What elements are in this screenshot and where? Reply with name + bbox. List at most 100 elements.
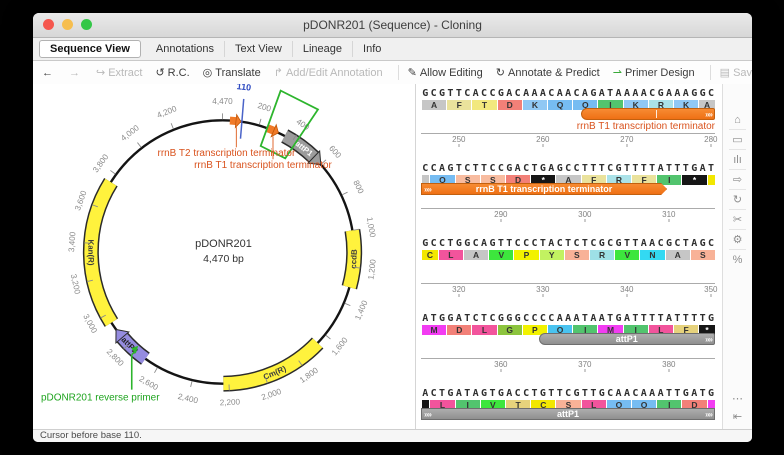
base[interactable]: G [690, 163, 698, 175]
base[interactable]: A [471, 388, 479, 400]
base[interactable]: A [690, 388, 698, 400]
base[interactable]: C [564, 388, 572, 400]
base[interactable]: A [556, 88, 564, 100]
base[interactable]: C [471, 313, 479, 325]
forward-button[interactable]: → [69, 67, 83, 79]
base[interactable]: T [539, 238, 547, 250]
base[interactable]: T [581, 313, 589, 325]
base[interactable]: G [513, 313, 521, 325]
sequence-row-351[interactable]: ATGGATCTCGGGCCCCAAATAATGATTTTATTTTGMDLGP… [421, 313, 715, 388]
base[interactable]: A [589, 313, 597, 325]
base[interactable]: C [673, 238, 681, 250]
sequence-row-316[interactable]: GCCTGGCAGTTCCCTACTCTCGCGTTAACGCTAGCCLAVP… [421, 238, 715, 313]
base[interactable]: C [631, 388, 639, 400]
base[interactable]: G [598, 238, 606, 250]
base[interactable]: A [673, 88, 681, 100]
base[interactable]: A [421, 313, 429, 325]
base[interactable]: G [539, 388, 547, 400]
linear-view-icon[interactable]: ⇨ [729, 170, 746, 190]
base[interactable]: T [673, 163, 681, 175]
map-cursor[interactable]: 110 [236, 84, 252, 139]
base[interactable]: C [539, 313, 547, 325]
base[interactable]: A [640, 238, 648, 250]
base[interactable]: A [471, 88, 479, 100]
base[interactable]: T [564, 238, 572, 250]
base[interactable]: G [455, 238, 463, 250]
base[interactable]: T [631, 313, 639, 325]
aa-cell[interactable]: M [421, 325, 446, 335]
base[interactable]: G [497, 88, 505, 100]
aa-cell[interactable]: * [681, 175, 706, 185]
base[interactable]: C [707, 88, 715, 100]
base[interactable]: T [497, 238, 505, 250]
feature-bar-attp1[interactable]: attP1»»»» [421, 408, 715, 420]
base[interactable]: A [648, 388, 656, 400]
base[interactable]: A [698, 163, 706, 175]
base[interactable]: A [438, 163, 446, 175]
base[interactable]: G [682, 388, 690, 400]
minimize-button[interactable] [62, 19, 73, 30]
base[interactable]: G [438, 88, 446, 100]
base[interactable]: T [488, 388, 496, 400]
base[interactable]: A [665, 313, 673, 325]
base[interactable]: A [656, 388, 664, 400]
simulate-icon[interactable]: ↻ [729, 190, 746, 210]
base-letters[interactable]: CCAGTCTTCCGACTGAGCCTTTCGTTTTATTTGAT [421, 163, 715, 175]
base[interactable]: T [547, 388, 555, 400]
aa-cell[interactable]: L [438, 250, 463, 260]
base[interactable]: C [606, 238, 614, 250]
base[interactable]: T [648, 163, 656, 175]
collapse-panel-icon[interactable]: ⇤ [733, 410, 742, 423]
base[interactable]: G [707, 388, 715, 400]
base[interactable]: T [463, 388, 471, 400]
plasmid-map-panel[interactable]: Kan(R)ccdBCm(R)attP1attP22004006008001,0… [33, 84, 416, 429]
base[interactable]: T [665, 163, 673, 175]
feature-bar-rrnb-t1-transcription-terminator[interactable]: rrnB T1 transcription terminator»» [421, 183, 667, 195]
base[interactable]: G [505, 313, 513, 325]
tab-annotations[interactable]: Annotations [146, 41, 225, 57]
sequence-panel[interactable]: GCGTTCACCGACAAACAACAGATAAAACGAAAGGCAFTDK… [416, 84, 722, 429]
base[interactable]: T [463, 313, 471, 325]
base[interactable]: T [530, 163, 538, 175]
base[interactable]: A [505, 388, 513, 400]
tab-text-view[interactable]: Text View [225, 41, 293, 57]
base[interactable]: T [707, 163, 715, 175]
base[interactable]: G [656, 88, 664, 100]
base[interactable]: C [429, 238, 437, 250]
plasmid-map[interactable]: Kan(R)ccdBCm(R)attP1attP22004006008001,0… [33, 84, 415, 429]
base[interactable]: C [606, 388, 614, 400]
aa-cell[interactable] [707, 175, 715, 185]
aa-cell[interactable]: K [522, 100, 547, 110]
aa-cell[interactable]: Y [539, 250, 564, 260]
base[interactable]: A [631, 88, 639, 100]
base[interactable]: G [614, 238, 622, 250]
base[interactable]: T [698, 388, 706, 400]
base[interactable]: C [648, 88, 656, 100]
aa-cell[interactable]: S [690, 250, 715, 260]
base[interactable]: C [429, 88, 437, 100]
base[interactable]: A [539, 88, 547, 100]
aa-cell[interactable]: A [463, 250, 488, 260]
base[interactable]: G [421, 238, 429, 250]
aa-cell[interactable]: A [665, 250, 690, 260]
base[interactable]: C [556, 238, 564, 250]
base[interactable]: T [673, 313, 681, 325]
tab-sequence-view[interactable]: Sequence View [39, 40, 141, 58]
base[interactable]: T [455, 163, 463, 175]
base[interactable]: T [682, 238, 690, 250]
base[interactable]: T [631, 238, 639, 250]
base[interactable]: C [572, 238, 580, 250]
base[interactable]: A [648, 238, 656, 250]
base[interactable]: T [471, 163, 479, 175]
base[interactable]: G [698, 238, 706, 250]
base[interactable]: A [682, 88, 690, 100]
base[interactable]: C [589, 238, 597, 250]
aa-cell[interactable]: P [513, 250, 538, 260]
allow-editing-button[interactable]: ✎Allow Editing [408, 66, 483, 79]
sequence-row-246[interactable]: GCGTTCACCGACAAACAACAGATAAAACGAAAGGCAFTDK… [421, 88, 715, 163]
base[interactable]: C [463, 88, 471, 100]
base[interactable]: T [640, 163, 648, 175]
aa-cell[interactable]: G [497, 325, 522, 335]
aa-cell[interactable]: N [639, 250, 664, 260]
settings-gear-icon[interactable]: ⚙ [729, 230, 746, 250]
